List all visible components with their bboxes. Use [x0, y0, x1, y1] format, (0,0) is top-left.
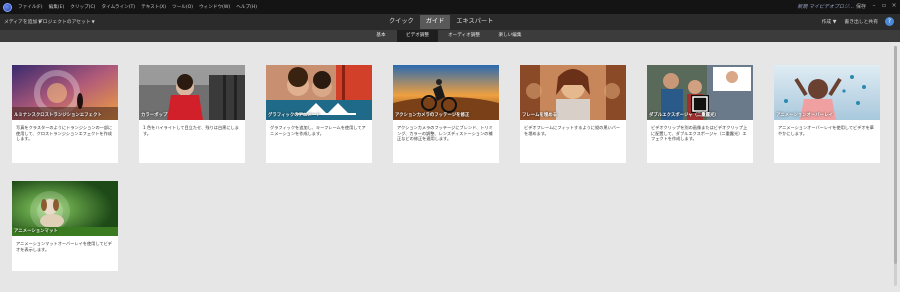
card-description: 写真をクラスターのようにトランジションの一部に使用して、クロストランジションエフ… [16, 125, 113, 142]
card-thumbnail: アニメーションオーバーレイ [774, 65, 880, 120]
guided-card-animated-overlay[interactable]: アニメーションオーバーレイ アニメーションオーバーレイを使用してビデオを華やかに… [774, 65, 880, 163]
export-share-button[interactable]: 書き出しと共有 [844, 18, 878, 25]
right-tools: 作成 ▼ 書き出しと共有 [822, 18, 878, 25]
card-thumbnail: カラーポップ [139, 65, 245, 120]
card-description: ビデオフレームにフィットするように縦の黒いバーを埋めます。 [524, 125, 621, 136]
tab-expert[interactable]: エキスパート [450, 15, 499, 29]
card-title: アニメーションオーバーレイ [776, 113, 833, 118]
mode-tabs: クイック ガイド エキスパート [383, 15, 499, 29]
category-basic[interactable]: 基本 [366, 30, 396, 42]
card-description: アニメーションオーバーレイを使用してビデオを華やかにします。 [778, 125, 874, 136]
card-title: ルミナンスクロストランジションエフェクト [14, 113, 102, 118]
vertical-scrollbar[interactable] [894, 46, 897, 286]
guided-card-color-pop[interactable]: カラーポップ 1 色をハイライトして目立たせ、残りは白黒にします。 [139, 65, 245, 163]
card-title: フレームを埋める [522, 113, 557, 118]
minimize-icon[interactable]: – [870, 2, 878, 10]
menu-edit[interactable]: 編集(E) [49, 4, 65, 10]
guided-card-fill-frame[interactable]: フレームを埋める ビデオフレームにフィットするように縦の黒いバーを埋めます。 [520, 65, 626, 163]
category-fun-edits[interactable]: 楽しい編集 [490, 30, 530, 42]
create-dropdown[interactable]: 作成 ▼ [822, 18, 837, 25]
card-title: ダブルエクスポージャ（二重露光） [649, 113, 719, 118]
close-icon[interactable]: × [890, 2, 898, 10]
app-logo-icon [3, 2, 12, 12]
menu-text[interactable]: テキスト(X) [141, 4, 166, 10]
menu-tools[interactable]: ツール(O) [172, 4, 193, 10]
card-thumbnail: ダブルエクスポージャ（二重露光） [647, 65, 753, 120]
help-icon[interactable]: ? [885, 17, 894, 26]
chevron-down-icon: ▼ [91, 19, 95, 24]
guided-card-double-exposure[interactable]: ダブルエクスポージャ（二重露光） ビデオクリップを別の画像またはビデオクリップ上… [647, 65, 753, 163]
guided-card-animate-graphics[interactable]: グラフィックのアニメート グラフィックを追加し、キーフレームを使用してアニメーシ… [266, 65, 372, 163]
card-title: カラーポップ [141, 113, 168, 118]
menu-bar: ファイル(F) 編集(E) クリップ(C) タイムライン(T) テキスト(X) … [0, 0, 900, 14]
menu-file[interactable]: ファイル(F) [18, 4, 43, 10]
tab-quick[interactable]: クイック [383, 15, 420, 29]
category-bar: 基本 ビデオ調整 オーディオ調整 楽しい編集 [0, 30, 900, 42]
card-title: アニメーションマット [14, 229, 58, 234]
card-thumbnail: フレームを埋める [520, 65, 626, 120]
card-thumbnail: グラフィックのアニメート [266, 65, 372, 120]
card-description: グラフィックを追加し、キーフレームを使用してアニメーションを作成します。 [270, 125, 366, 136]
add-media-dropdown[interactable]: メディアを追加▼ [4, 18, 41, 25]
card-thumbnail: ルミナンスクロストランジションエフェクト [12, 65, 118, 120]
guided-card-action-cam[interactable]: アクションカメラのフッテージを修正 アクションカメラのフッテージにブレンド、トリ… [393, 65, 499, 163]
card-description: アニメーションマットオーバーレイを使用してビデオを表示します。 [16, 241, 112, 252]
project-assets-dropdown[interactable]: プロジェクトのアセット▼ [38, 18, 95, 25]
guided-card-luma-fade[interactable]: ルミナンスクロストランジションエフェクト 写真をクラスターのようにトランジション… [12, 65, 118, 163]
mode-bar: メディアを追加▼ プロジェクトのアセット▼ クイック ガイド エキスパート 作成… [0, 14, 900, 30]
scrollbar-thumb[interactable] [894, 46, 897, 264]
card-title: グラフィックのアニメート [268, 113, 321, 118]
menu-window[interactable]: ウィンドウ(W) [199, 4, 230, 10]
maximize-icon[interactable]: ▫ [880, 2, 888, 10]
category-video-adjust[interactable]: ビデオ調整 [397, 30, 438, 42]
menu-clip[interactable]: クリップ(C) [70, 4, 95, 10]
card-description: ビデオクリップを別の画像またはビデオクリップ上に配置して、ダブルエクスポージャ（… [651, 125, 748, 142]
card-thumbnail: アニメーションマット [12, 181, 118, 236]
menu-help[interactable]: ヘルプ(H) [236, 4, 257, 10]
guided-card-animated-matte[interactable]: アニメーションマット アニメーションマットオーバーレイを使用してビデオを表示しま… [12, 181, 118, 271]
project-name: 新規 マイビデオプロジ… [797, 4, 854, 10]
card-title: アクションカメラのフッテージを修正 [395, 113, 470, 118]
tab-guided[interactable]: ガイド [419, 15, 451, 29]
category-audio-adjust[interactable]: オーディオ調整 [440, 30, 488, 42]
card-description: 1 色をハイライトして目立たせ、残りは白黒にします。 [143, 125, 239, 136]
save-status: 保存 [855, 4, 866, 10]
card-description: アクションカメラのフッテージにブレンド、トリミング、カラーの調整、レンズディスト… [397, 125, 493, 142]
menu-timeline[interactable]: タイムライン(T) [101, 4, 135, 10]
card-thumbnail: アクションカメラのフッテージを修正 [393, 65, 499, 120]
